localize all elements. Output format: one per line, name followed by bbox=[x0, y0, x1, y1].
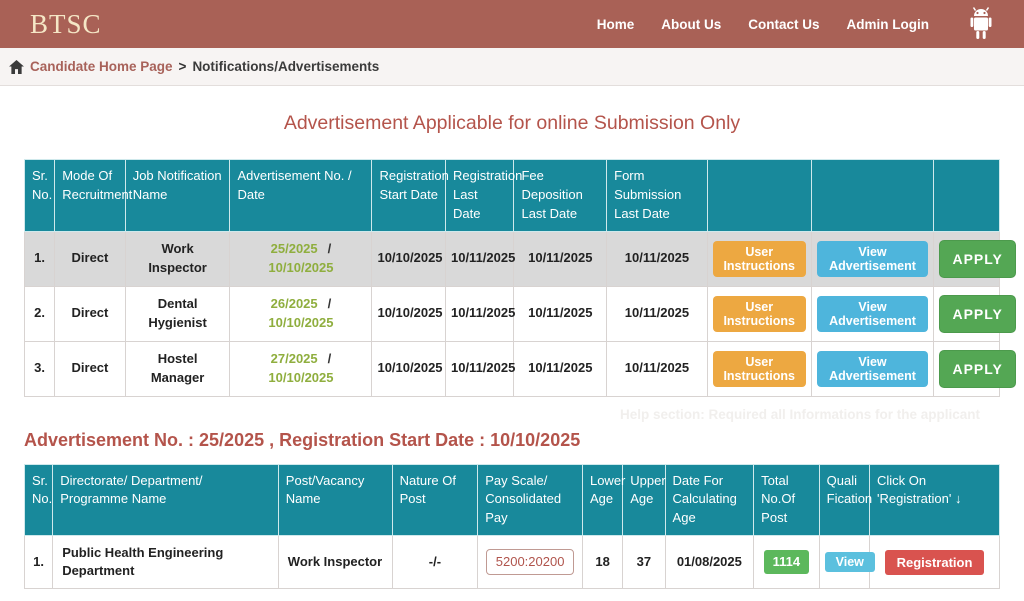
col-registration-start-date: Registration Start Date bbox=[372, 160, 446, 232]
home-icon bbox=[9, 60, 24, 74]
registration-detail-table: Sr. No. Directorate/ Department/ Program… bbox=[24, 464, 1000, 590]
cell-advertisement-no-date: 25/2025/ 10/10/2025 bbox=[230, 231, 372, 286]
user-instructions-button[interactable]: User Instructions bbox=[713, 351, 806, 387]
cell-sr: 1. bbox=[25, 536, 53, 589]
section-title: Advertisement No. : 25/2025 , Registrati… bbox=[24, 430, 1000, 451]
nav-admin-login[interactable]: Admin Login bbox=[847, 17, 929, 32]
cell-lower-age: 18 bbox=[582, 536, 622, 589]
cell-sr: 3. bbox=[25, 341, 55, 396]
apply-button[interactable]: APPLY bbox=[939, 295, 1015, 333]
col-advertisement-no-date: Advertisement No. / Date bbox=[230, 160, 372, 232]
nav-home[interactable]: Home bbox=[597, 17, 635, 32]
cell-form-last: 10/11/2025 bbox=[607, 286, 708, 341]
main-content: Advertisement Applicable for online Subm… bbox=[0, 112, 1024, 601]
cell-form-last: 10/11/2025 bbox=[607, 341, 708, 396]
breadcrumb-current: Notifications/Advertisements bbox=[192, 59, 379, 74]
breadcrumb-separator: > bbox=[179, 59, 187, 74]
col-total-no-of-post: Total No.Of Post bbox=[754, 464, 819, 536]
cell-fee-last: 10/11/2025 bbox=[514, 341, 607, 396]
breadcrumb-home-link[interactable]: Candidate Home Page bbox=[30, 59, 173, 74]
cell-advertisement-no-date: 27/2025/ 10/10/2025 bbox=[230, 341, 372, 396]
cell-reg-last: 10/11/2025 bbox=[445, 231, 513, 286]
cell-registration: Registration bbox=[870, 536, 1000, 589]
col-user-instructions bbox=[707, 160, 811, 232]
nav-contact-us[interactable]: Contact Us bbox=[748, 17, 819, 32]
cell-sr: 1. bbox=[25, 231, 55, 286]
nav-about-us[interactable]: About Us bbox=[661, 17, 721, 32]
pay-scale-box: 5200:20200 bbox=[486, 549, 575, 575]
main-nav: Home About Us Contact Us Admin Login bbox=[597, 7, 996, 41]
view-advertisement-button[interactable]: View Advertisement bbox=[817, 351, 929, 387]
cell-mode: Direct bbox=[55, 231, 126, 286]
col-sr-no: Sr. No. bbox=[25, 464, 53, 536]
col-nature-of-post: Nature Of Post bbox=[392, 464, 478, 536]
cell-job: Hostel Manager bbox=[125, 341, 230, 396]
cell-advertisement-no-date: 26/2025/ 10/10/2025 bbox=[230, 286, 372, 341]
registration-button[interactable]: Registration bbox=[885, 550, 985, 575]
top-header: BTSC Home About Us Contact Us Admin Logi… bbox=[0, 0, 1024, 48]
cell-fee-last: 10/11/2025 bbox=[514, 231, 607, 286]
col-mode-of-recruitment: Mode Of Recruitment bbox=[55, 160, 126, 232]
apply-button[interactable]: APPLY bbox=[939, 240, 1015, 278]
advertisements-table: Sr. No. Mode Of Recruitment Job Notifica… bbox=[24, 159, 1000, 397]
col-department-name: Directorate/ Department/ Programme Name bbox=[53, 464, 279, 536]
user-instructions-button[interactable]: User Instructions bbox=[713, 296, 806, 332]
cell-qualification: View bbox=[819, 536, 869, 589]
col-upper-age: Upper Age bbox=[623, 464, 665, 536]
brand-logo[interactable]: BTSC bbox=[30, 9, 102, 40]
col-date-for-calculating-age: Date For Calculating Age bbox=[665, 464, 754, 536]
col-job-notification-name: Job Notification Name bbox=[125, 160, 230, 232]
cell-nature: -/- bbox=[392, 536, 478, 589]
advertisements-table-header-row: Sr. No. Mode Of Recruitment Job Notifica… bbox=[25, 160, 1000, 232]
cell-upper-age: 37 bbox=[623, 536, 665, 589]
col-fee-deposition-last-date: Fee Deposition Last Date bbox=[514, 160, 607, 232]
cell-sr: 2. bbox=[25, 286, 55, 341]
total-posts-badge: 1114 bbox=[764, 550, 810, 574]
col-pay-scale: Pay Scale/ Consolidated Pay bbox=[478, 464, 583, 536]
col-post-vacancy-name: Post/Vacancy Name bbox=[278, 464, 392, 536]
col-sr-no: Sr. No. bbox=[25, 160, 55, 232]
cell-post: Work Inspector bbox=[278, 536, 392, 589]
col-apply bbox=[934, 160, 1000, 232]
cell-total-posts: 1114 bbox=[754, 536, 819, 589]
faint-help-text: Help section: Required all Informations … bbox=[24, 407, 1000, 422]
col-click-on-registration: Click On 'Registration' ↓ bbox=[870, 464, 1000, 536]
qualification-view-button[interactable]: View bbox=[825, 552, 875, 572]
view-advertisement-button[interactable]: View Advertisement bbox=[817, 296, 929, 332]
cell-pay-scale: 5200:20200 bbox=[478, 536, 583, 589]
cell-reg-last: 10/11/2025 bbox=[445, 286, 513, 341]
col-qualification: Quali Fication bbox=[819, 464, 869, 536]
col-form-submission-last-date: Form Submission Last Date bbox=[607, 160, 708, 232]
cell-reg-last: 10/11/2025 bbox=[445, 341, 513, 396]
detail-table-header-row: Sr. No. Directorate/ Department/ Program… bbox=[25, 464, 1000, 536]
cell-mode: Direct bbox=[55, 286, 126, 341]
cell-job: Work Inspector bbox=[125, 231, 230, 286]
breadcrumb: Candidate Home Page > Notifications/Adve… bbox=[0, 48, 1024, 86]
cell-job: Dental Hygienist bbox=[125, 286, 230, 341]
cell-fee-last: 10/11/2025 bbox=[514, 286, 607, 341]
cell-mode: Direct bbox=[55, 341, 126, 396]
cell-reg-start: 10/10/2025 bbox=[372, 286, 446, 341]
cell-department: Public Health Engineering Department bbox=[53, 536, 279, 589]
user-instructions-button[interactable]: User Instructions bbox=[713, 241, 806, 277]
table-row: 2. Direct Dental Hygienist 26/2025/ 10/1… bbox=[25, 286, 1000, 341]
col-registration-last-date: Registration Last Date bbox=[445, 160, 513, 232]
cell-reg-start: 10/10/2025 bbox=[372, 231, 446, 286]
col-view-advertisement bbox=[811, 160, 934, 232]
cell-form-last: 10/11/2025 bbox=[607, 231, 708, 286]
view-advertisement-button[interactable]: View Advertisement bbox=[817, 241, 929, 277]
col-lower-age: Lower Age bbox=[582, 464, 622, 536]
android-icon[interactable] bbox=[966, 7, 996, 41]
table-row: 1. Direct Work Inspector 25/2025/ 10/10/… bbox=[25, 231, 1000, 286]
table-row: 3. Direct Hostel Manager 27/2025/ 10/10/… bbox=[25, 341, 1000, 396]
apply-button[interactable]: APPLY bbox=[939, 350, 1015, 388]
page-title: Advertisement Applicable for online Subm… bbox=[24, 112, 1000, 135]
cell-date-calc: 01/08/2025 bbox=[665, 536, 754, 589]
cell-reg-start: 10/10/2025 bbox=[372, 341, 446, 396]
table-row: 1. Public Health Engineering Department … bbox=[25, 536, 1000, 589]
